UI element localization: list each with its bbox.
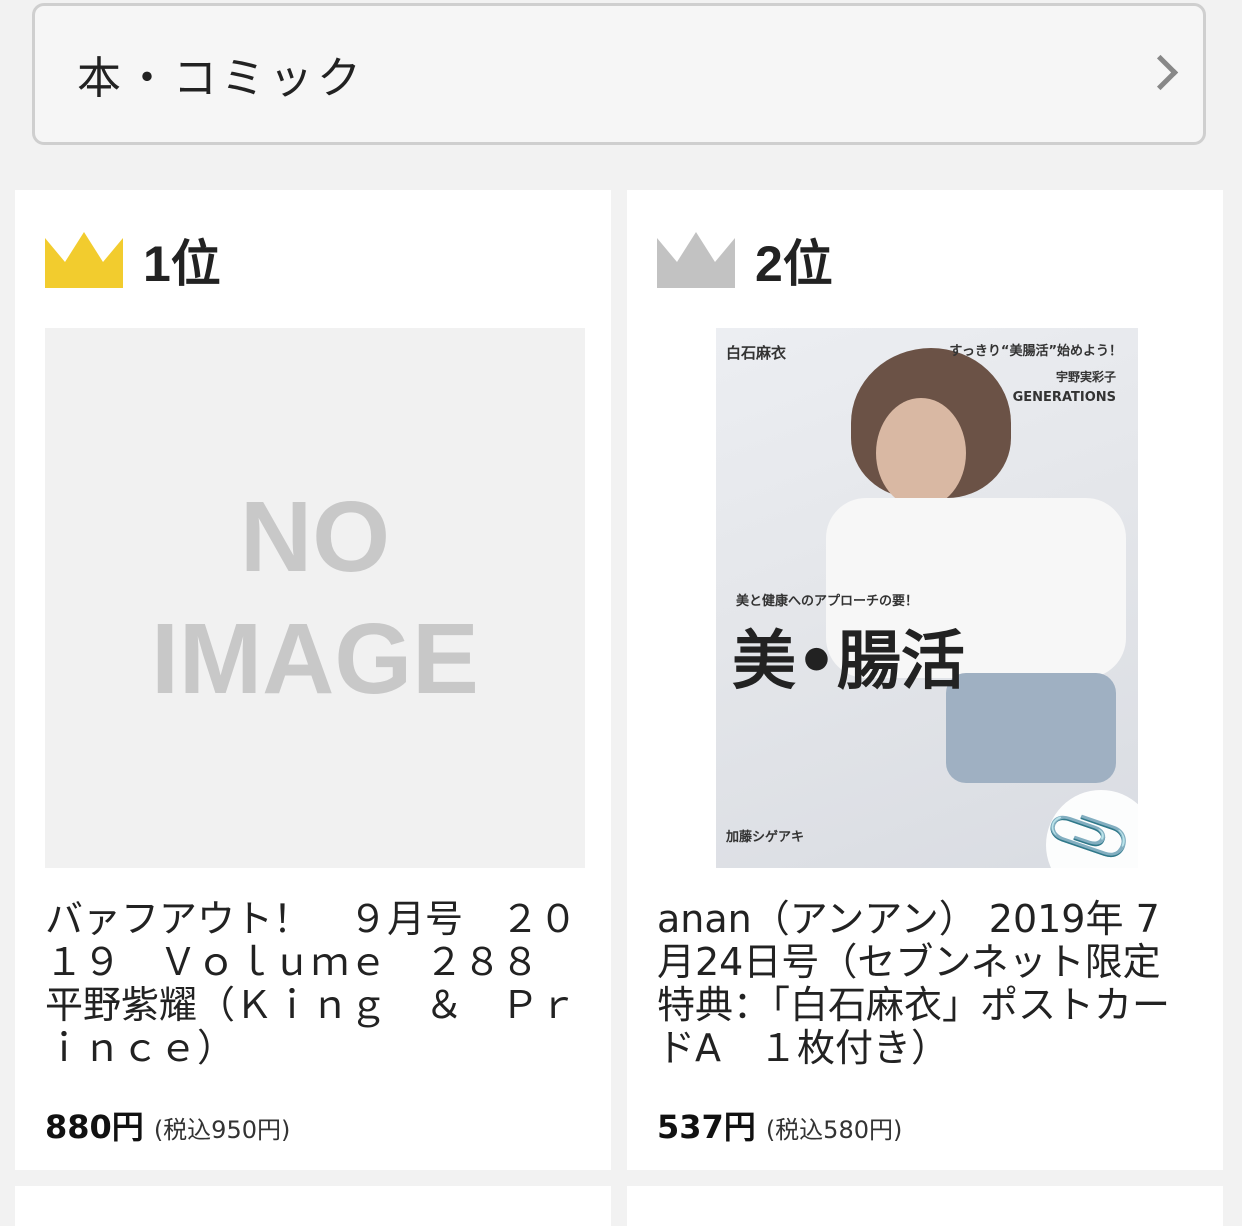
chevron-right-icon — [1142, 54, 1179, 91]
price-excl-tax: 537円 — [657, 1108, 756, 1146]
cover-text-main: 美•腸活 — [732, 625, 965, 699]
category-nav-button[interactable]: 本・コミック — [32, 3, 1206, 145]
no-image-text-line1: NO — [240, 481, 390, 593]
cover-model-shorts — [946, 673, 1116, 783]
rank-label: 1位 — [143, 236, 221, 292]
no-image-text-line2: IMAGE — [151, 603, 479, 715]
cover-text-feature1: 宇野実彩子 — [1055, 370, 1116, 384]
crown-silver-shape — [657, 232, 735, 288]
crown-icon — [657, 232, 735, 288]
product-title-link[interactable]: anan（アンアン） 2019年 7月24日号（セブンネット限定特典：「白石麻衣… — [657, 898, 1197, 1070]
rank-label: 2位 — [755, 236, 833, 292]
cover-text-headline: すっきり“美腸活”始めよう！ — [949, 344, 1122, 359]
next-product-card-partial[interactable] — [627, 1186, 1223, 1226]
product-image-placeholder[interactable]: NO IMAGE — [45, 328, 585, 868]
cover-text-name: 白石麻衣 — [726, 344, 787, 362]
rank-heading: 1位 — [45, 230, 221, 292]
cover-text-subtitle: 美と健康へのアプローチの要！ — [736, 594, 919, 609]
crown-icon — [45, 232, 123, 288]
next-product-card-partial[interactable] — [15, 1186, 611, 1226]
cover-text-bottom: 加藤シゲアキ — [726, 830, 805, 845]
product-card[interactable]: 1位 NO IMAGE バァフアウト！ ９月号 ２０１９ Ｖｏｌｕｍｅ ２８８ … — [15, 190, 611, 1170]
cover-model-face — [876, 398, 966, 508]
paperclip-badge: 📎 — [1040, 787, 1138, 868]
product-title-link[interactable]: バァフアウト！ ９月号 ２０１９ Ｖｏｌｕｍｅ ２８８ 平野紫耀（Ｋｉｎｇ ＆ … — [45, 898, 585, 1070]
crown-gold-shape — [45, 232, 123, 288]
rank-heading: 2位 — [657, 230, 833, 292]
price-incl-tax: (税込580円) — [765, 1116, 903, 1144]
price: 880円 (税込950円) — [45, 1102, 290, 1148]
category-label: 本・コミック — [77, 53, 365, 104]
price-incl-tax: (税込950円) — [153, 1116, 291, 1144]
magazine-cover-image[interactable]: 白石麻衣 すっきり“美腸活”始めよう！ 宇野実彩子 GENERATIONS 美と… — [716, 328, 1138, 868]
product-card[interactable]: 2位 白石麻衣 すっきり“美腸活”始めよう！ 宇野実彩子 GENERATIONS… — [627, 190, 1223, 1170]
price-excl-tax: 880円 — [45, 1108, 144, 1146]
paperclip-icon: 📎 — [1040, 787, 1138, 868]
cover-text-feature2: GENERATIONS — [1012, 390, 1116, 405]
price: 537円 (税込580円) — [657, 1102, 902, 1148]
